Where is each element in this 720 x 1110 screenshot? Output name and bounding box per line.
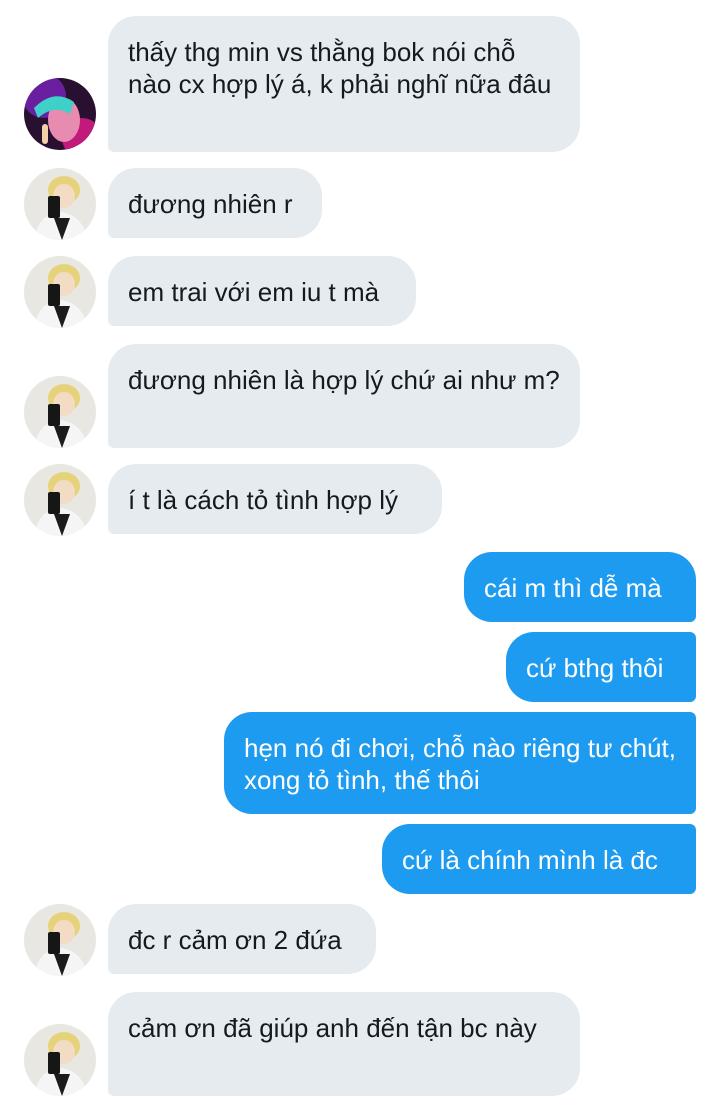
message-text: đương nhiên r xyxy=(128,189,293,219)
mirror-selfie-avatar-icon[interactable] xyxy=(24,376,96,448)
message-text: em trai với em iu t mà xyxy=(128,277,380,307)
message-text: hẹn nó đi chơi, chỗ nào riêng tư chút, x… xyxy=(244,733,676,795)
message-text: thấy thg min vs thằng bok nói chỗ nào cx… xyxy=(128,37,552,99)
message-bubble-incoming[interactable]: đương nhiên r xyxy=(108,168,322,238)
message-bubble-incoming[interactable]: đương nhiên là hợp lý chứ ai như m? xyxy=(108,344,580,448)
message-bubble-outgoing[interactable]: cứ bthg thôi xyxy=(506,632,696,702)
message-bubble-outgoing[interactable]: cái m thì dễ mà xyxy=(464,552,696,622)
mirror-selfie-avatar-icon[interactable] xyxy=(24,168,96,240)
message-bubble-incoming[interactable]: đc r cảm ơn 2 đứa xyxy=(108,904,376,974)
mirror-selfie-avatar-icon[interactable] xyxy=(24,464,96,536)
message-text: đương nhiên là hợp lý chứ ai như m? xyxy=(128,365,560,395)
message-bubble-incoming[interactable]: í t là cách tỏ tình hợp lý xyxy=(108,464,442,534)
mirror-selfie-avatar-icon[interactable] xyxy=(24,904,96,976)
message-text: cảm ơn đã giúp anh đến tận bc này xyxy=(128,1013,537,1043)
message-text: í t là cách tỏ tình hợp lý xyxy=(128,485,398,515)
message-text: đc r cảm ơn 2 đứa xyxy=(128,925,342,955)
message-text: cái m thì dễ mà xyxy=(484,573,662,603)
mirror-selfie-avatar-icon[interactable] xyxy=(24,1024,96,1096)
message-bubble-outgoing[interactable]: hẹn nó đi chơi, chỗ nào riêng tư chút, x… xyxy=(224,712,696,814)
message-text: cứ là chính mình là đc xyxy=(402,845,658,875)
neon-portrait-avatar-icon[interactable] xyxy=(24,78,96,150)
message-bubble-incoming[interactable]: em trai với em iu t mà xyxy=(108,256,416,326)
message-bubble-incoming[interactable]: thấy thg min vs thằng bok nói chỗ nào cx… xyxy=(108,16,580,152)
message-bubble-incoming[interactable]: cảm ơn đã giúp anh đến tận bc này xyxy=(108,992,580,1096)
message-bubble-outgoing[interactable]: cứ là chính mình là đc xyxy=(382,824,696,894)
message-text: cứ bthg thôi xyxy=(526,653,664,683)
mirror-selfie-avatar-icon[interactable] xyxy=(24,256,96,328)
